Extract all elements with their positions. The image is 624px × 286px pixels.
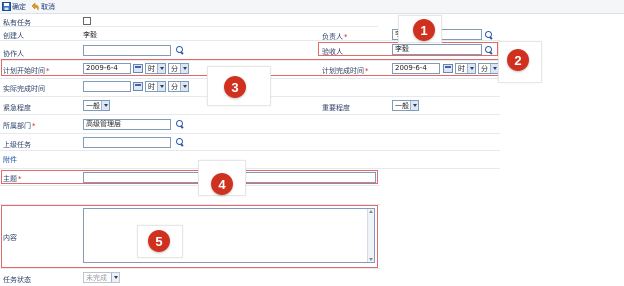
status-label: 任务状态 — [3, 276, 31, 284]
search-icon[interactable] — [176, 138, 184, 146]
chevron-down-icon — [101, 101, 109, 110]
actual-end-minute-select[interactable]: 分 — [168, 81, 189, 92]
row-divider — [0, 185, 380, 186]
confirm-button[interactable]: 确定 — [2, 1, 26, 12]
row-divider — [0, 168, 500, 169]
importance-select[interactable]: 一般 — [392, 100, 419, 111]
search-icon[interactable] — [176, 46, 184, 54]
calendar-icon[interactable] — [133, 82, 143, 91]
subject-highlight — [1, 170, 378, 184]
row-divider — [0, 133, 500, 134]
cancel-label: 取消 — [41, 2, 55, 11]
row-divider — [0, 150, 500, 151]
chevron-down-icon — [111, 273, 119, 282]
content-highlight — [1, 205, 378, 268]
save-icon — [2, 2, 11, 11]
status-select: 未完成 — [83, 272, 120, 283]
undo-icon — [31, 2, 40, 11]
urgency-value: 一般 — [86, 101, 100, 110]
callout-badge-3: 3 — [224, 76, 246, 98]
importance-value: 一般 — [395, 101, 409, 110]
urgency-select[interactable]: 一般 — [83, 100, 110, 111]
search-icon[interactable] — [176, 120, 184, 128]
actual-end-label: 实际完成时间 — [3, 85, 45, 93]
callout-badge-2: 2 — [507, 49, 529, 71]
department-label: 所属部门* — [3, 122, 36, 130]
chevron-down-icon — [410, 101, 418, 110]
callout-badge-5: 5 — [148, 230, 170, 252]
owner-label: 负责人* — [322, 33, 348, 41]
actual-end-hour-select[interactable]: 时 — [145, 81, 166, 92]
parent-task-input[interactable] — [83, 137, 171, 148]
creator-label: 创建人 — [3, 32, 24, 40]
creator-value: 李毅 — [83, 31, 97, 39]
required-mark: * — [32, 122, 36, 130]
search-icon[interactable] — [485, 31, 493, 39]
chevron-down-icon — [157, 82, 165, 91]
attachment-link[interactable]: 附件 — [3, 155, 17, 165]
collaborator-input[interactable] — [83, 45, 171, 56]
department-input[interactable]: 高级管理层 — [83, 119, 171, 130]
confirm-label: 确定 — [12, 2, 26, 11]
urgency-label: 紧急程度 — [3, 104, 31, 112]
chevron-down-icon — [180, 82, 188, 91]
status-value: 未完成 — [86, 273, 107, 282]
parent-task-label: 上级任务 — [3, 141, 31, 149]
callout-badge-1: 1 — [413, 19, 435, 41]
row-divider — [0, 114, 500, 115]
cancel-button[interactable]: 取消 — [31, 1, 55, 12]
row-divider — [0, 26, 378, 27]
collaborator-label: 协作人 — [3, 50, 24, 58]
private-task-checkbox[interactable] — [83, 17, 91, 25]
toolbar: 确定 取消 — [0, 0, 624, 14]
actual-end-date-input[interactable] — [83, 81, 131, 92]
minute-value: 分 — [171, 82, 178, 91]
callout-badge-4: 4 — [211, 173, 233, 195]
hour-value: 时 — [148, 82, 155, 91]
required-mark: * — [344, 33, 348, 41]
private-task-label: 私有任务 — [3, 19, 31, 27]
row-divider — [0, 268, 380, 269]
importance-label: 重要程度 — [322, 104, 350, 112]
acceptor-highlight — [318, 42, 498, 56]
